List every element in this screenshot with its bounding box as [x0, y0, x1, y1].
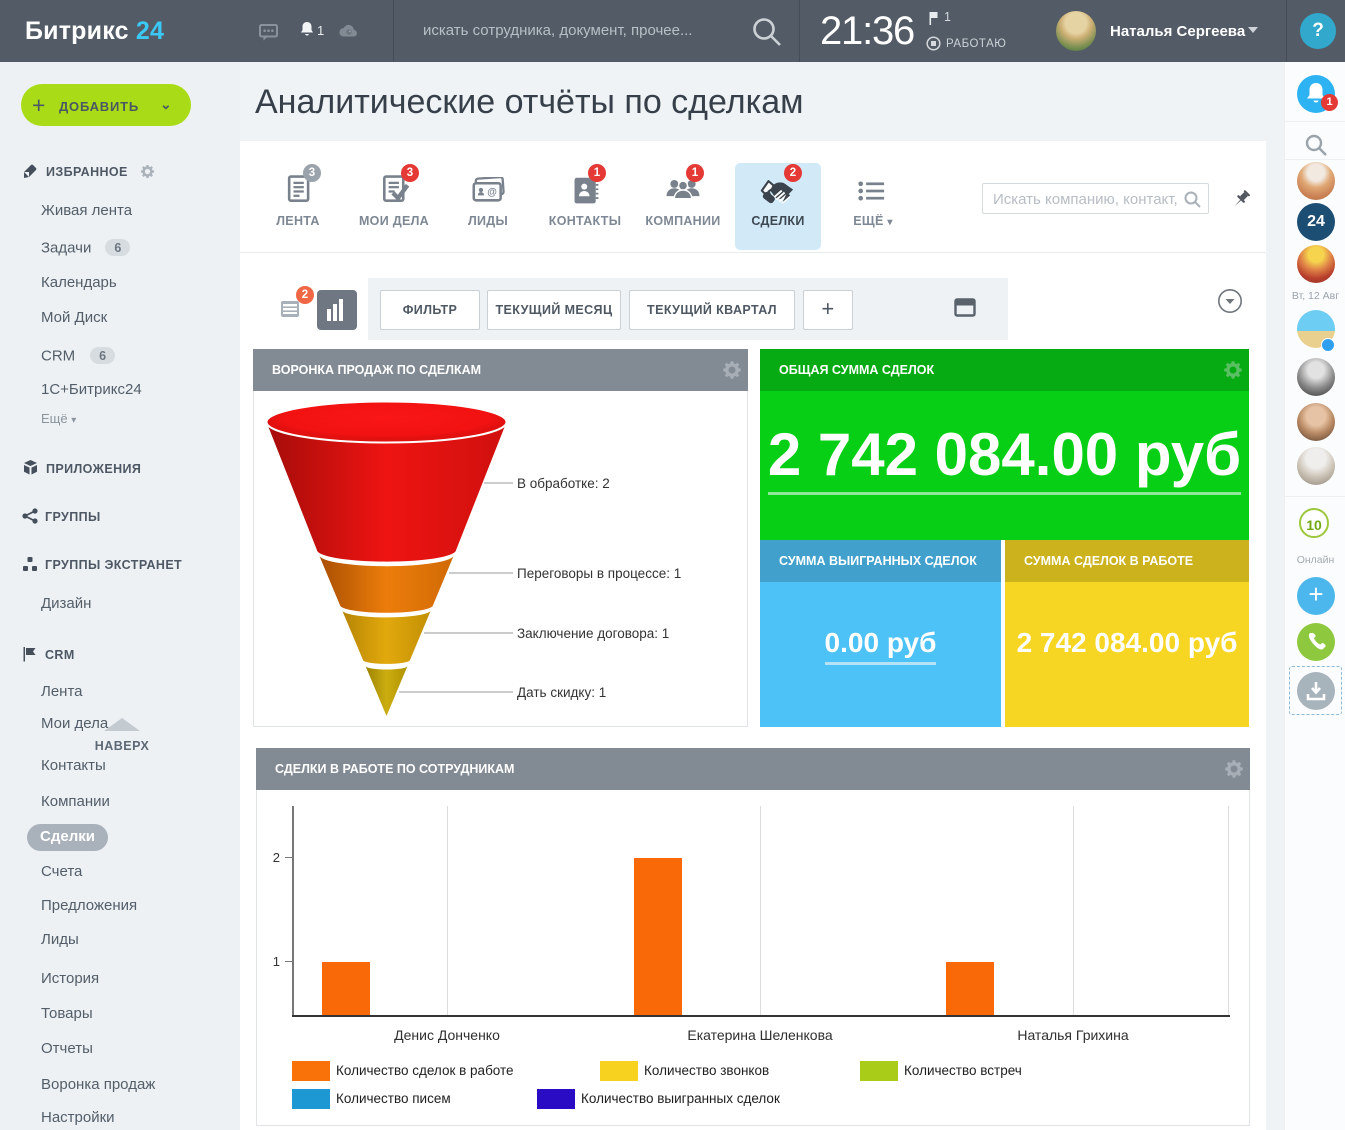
svg-text:Переговоры в процессе: 1: Переговоры в процессе: 1 — [517, 566, 681, 581]
svg-text:Заключение договора: 1: Заключение договора: 1 — [517, 626, 669, 641]
svg-text:@: @ — [487, 187, 497, 198]
svg-text:Дать скидку: 1: Дать скидку: 1 — [517, 685, 606, 700]
svg-text:В обработке: 2: В обработке: 2 — [517, 476, 610, 491]
